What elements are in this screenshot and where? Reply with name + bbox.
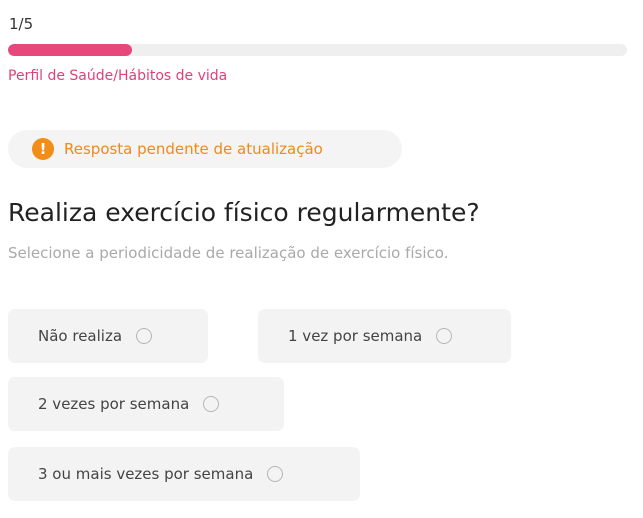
- warning-icon: !: [32, 138, 54, 160]
- option-label: 1 vez por semana: [288, 327, 423, 345]
- option-label: Não realiza: [38, 327, 123, 345]
- pending-status-text: Resposta pendente de atualização: [64, 140, 323, 158]
- pending-status-badge: ! Resposta pendente de atualização: [8, 130, 402, 168]
- progress-bar-fill: [8, 44, 132, 56]
- radio-circle-icon[interactable]: [267, 466, 284, 482]
- radio-circle-icon[interactable]: [436, 328, 453, 344]
- section-name: Perfil de Saúde/Hábitos de vida: [8, 68, 228, 84]
- option-label: 2 vezes por semana: [38, 395, 190, 413]
- option-nao-realiza[interactable]: Não realiza: [8, 309, 208, 363]
- progress-bar: [8, 44, 627, 56]
- question-title: Realiza exercício físico regularmente?: [8, 198, 480, 227]
- question-hint: Selecione a periodicidade de realização …: [8, 244, 449, 262]
- option-label: 3 ou mais vezes por semana: [38, 465, 254, 483]
- option-2-vezes-por-semana[interactable]: 2 vezes por semana: [8, 377, 284, 431]
- option-1-vez-por-semana[interactable]: 1 vez por semana: [258, 309, 511, 363]
- radio-circle-icon[interactable]: [203, 396, 220, 412]
- radio-circle-icon[interactable]: [136, 328, 153, 344]
- step-counter: 1/5: [9, 15, 34, 33]
- option-3-ou-mais-vezes-por-semana[interactable]: 3 ou mais vezes por semana: [8, 447, 360, 501]
